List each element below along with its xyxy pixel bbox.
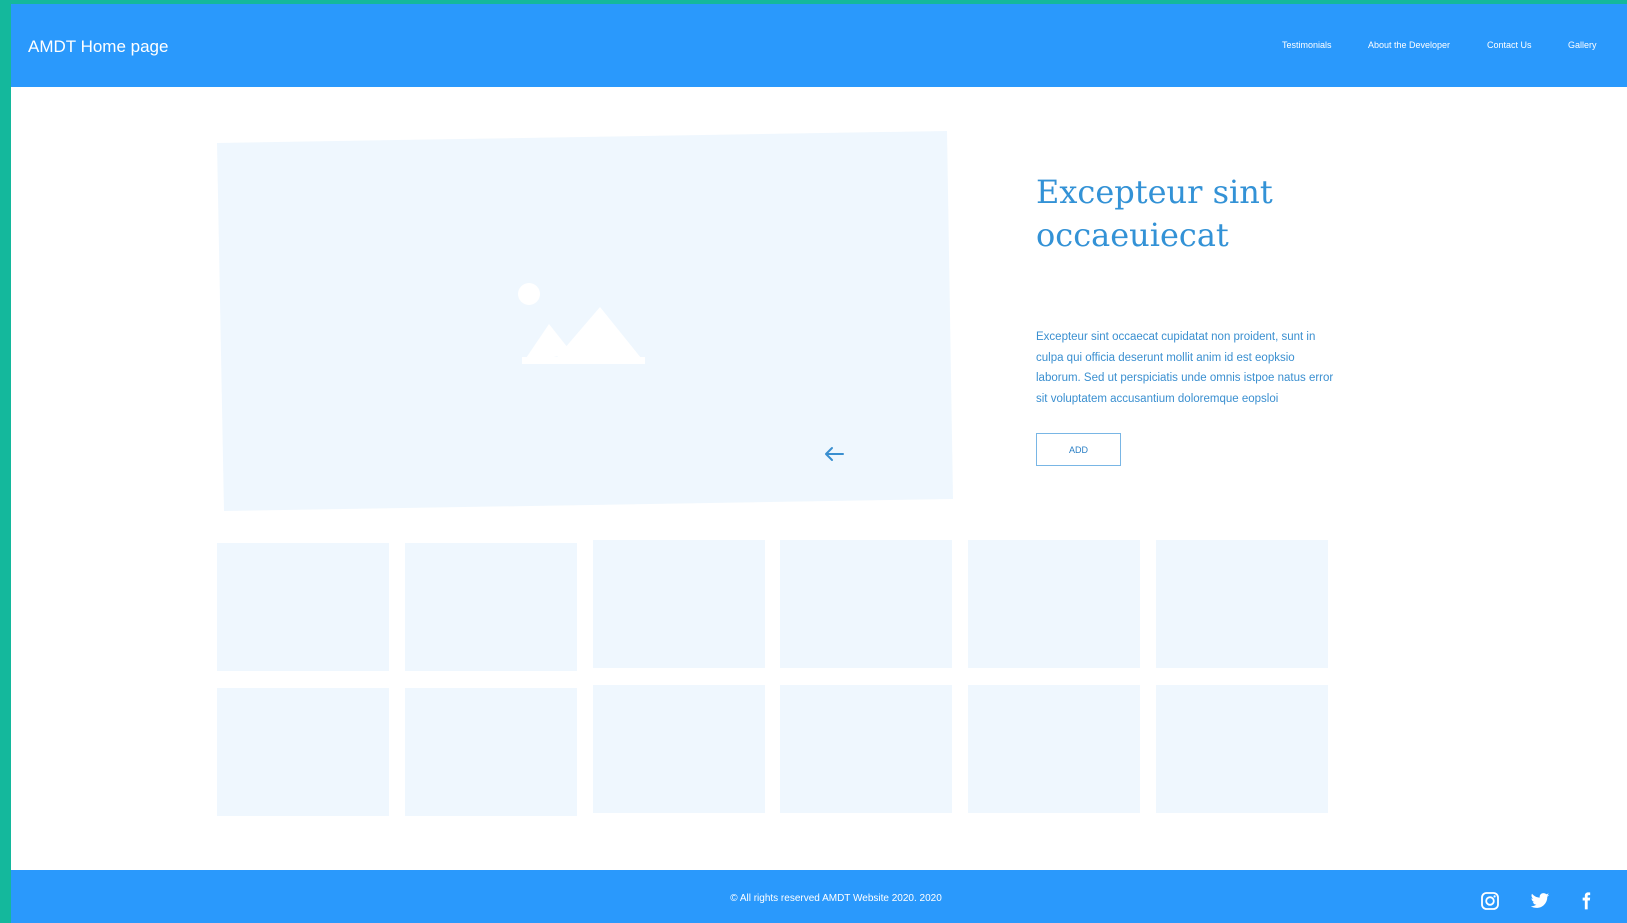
instagram-icon[interactable]	[1480, 891, 1500, 911]
hero-description: Excepteur sint occaecat cupidatat non pr…	[1036, 331, 1334, 405]
nav-link-contact-us[interactable]: Contact Us	[1487, 40, 1532, 50]
gallery-thumbnail[interactable]	[780, 540, 952, 668]
site-brand[interactable]: AMDT Home page	[28, 37, 168, 57]
gallery-thumbnail[interactable]	[1156, 540, 1328, 668]
gallery-thumbnail[interactable]	[1156, 685, 1328, 813]
facebook-icon[interactable]	[1576, 891, 1596, 911]
page: AMDT Home page Testimonials About the De…	[11, 4, 1627, 923]
gallery-thumbnail[interactable]	[405, 543, 577, 671]
gallery-thumbnail[interactable]	[405, 688, 577, 816]
gallery-thumbnail[interactable]	[780, 685, 952, 813]
gallery-thumbnail[interactable]	[968, 540, 1140, 668]
footer-bar: © All rights reserved AMDT Website 2020.…	[11, 870, 1627, 923]
add-button[interactable]: ADD	[1036, 433, 1121, 466]
hero-title: Excepteur sint occaeuiecat	[1036, 173, 1273, 254]
gallery-thumbnail[interactable]	[217, 688, 389, 816]
nav-link-about-developer[interactable]: About the Developer	[1368, 40, 1450, 50]
gallery-thumbnail[interactable]	[968, 685, 1140, 813]
nav-link-gallery[interactable]: Gallery	[1568, 40, 1597, 50]
header-bar: AMDT Home page Testimonials About the De…	[11, 4, 1627, 87]
gallery-thumbnail[interactable]	[217, 543, 389, 671]
copyright-text: © All rights reserved AMDT Website 2020.…	[730, 893, 942, 904]
hero-image-placeholder	[217, 131, 953, 511]
nav-link-testimonials[interactable]: Testimonials	[1282, 40, 1332, 50]
gallery-thumbnail[interactable]	[593, 685, 765, 813]
twitter-icon[interactable]	[1530, 891, 1550, 911]
gallery-thumbnail[interactable]	[593, 540, 765, 668]
